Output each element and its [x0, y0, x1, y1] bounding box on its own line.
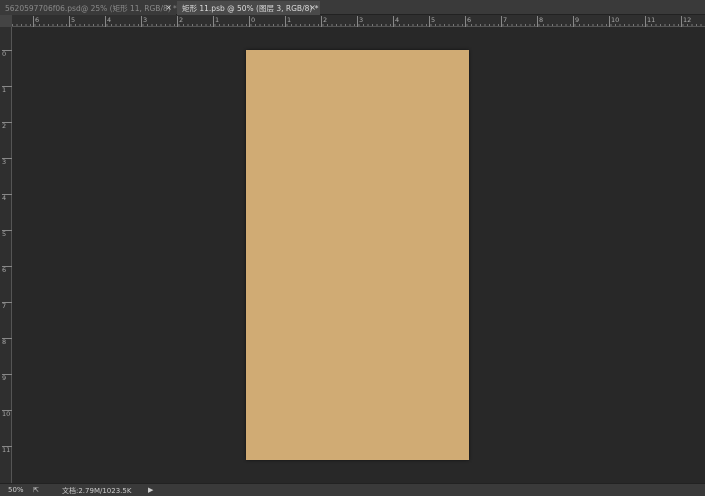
ruler-label: 7 — [501, 16, 507, 27]
ruler-label: 9 — [2, 374, 12, 382]
ruler-label: 4 — [105, 16, 111, 27]
ruler-label: 5 — [69, 16, 75, 27]
ruler-label: 10 — [2, 410, 12, 418]
ruler-label: 8 — [537, 16, 543, 27]
ruler-label: 3 — [357, 16, 363, 27]
tab-document-2[interactable]: 矩形 11.psb @ 50% (图层 3, RGB/8) * × — [177, 1, 320, 15]
ruler-label: 5 — [2, 230, 12, 238]
ruler-label: 6 — [33, 16, 39, 27]
ruler-label: 9 — [573, 16, 579, 27]
ruler-label: 1 — [2, 86, 12, 94]
close-icon[interactable]: × — [165, 3, 172, 12]
ruler-label: 6 — [2, 266, 12, 274]
status-bar: 50% ⇱ 文档:2.79M/1023.5K ▶ — [0, 483, 705, 496]
tab-document-1[interactable]: 5620597706f06.psd@ 25% (矩形 11, RGB/8) * × — [0, 1, 177, 15]
ruler-label: 7 — [2, 302, 12, 310]
document-canvas[interactable] — [246, 50, 469, 460]
ruler-label: 5 — [429, 16, 435, 27]
ruler-label: 1 — [285, 16, 291, 27]
ruler-label: 11 — [2, 446, 12, 454]
ruler-label: 6 — [465, 16, 471, 27]
vertical-ruler[interactable]: 0 1 2 3 4 5 6 7 8 9 10 11 — [0, 27, 12, 483]
tab-label: 矩形 11.psb @ 50% (图层 3, RGB/8) * — [182, 4, 319, 13]
document-tab-bar: 5620597706f06.psd@ 25% (矩形 11, RGB/8) * ×… — [0, 0, 705, 15]
ruler-label: 10 — [609, 16, 619, 27]
ruler-label: 4 — [393, 16, 399, 27]
ruler-label: 8 — [2, 338, 12, 346]
ruler-label: 12 — [681, 16, 691, 27]
document-size: 文档:2.79M/1023.5K — [62, 487, 132, 495]
ruler-label: 2 — [321, 16, 327, 27]
tab-label: 5620597706f06.psd@ 25% (矩形 11, RGB/8) * — [5, 4, 177, 13]
ruler-origin[interactable] — [0, 15, 12, 27]
ruler-label: 3 — [141, 16, 147, 27]
close-icon[interactable]: × — [309, 3, 316, 12]
zoom-level[interactable]: 50% — [8, 486, 24, 494]
ruler-label: 0 — [2, 50, 12, 58]
ruler-label: 2 — [2, 122, 12, 130]
ruler-label: 2 — [177, 16, 183, 27]
play-icon[interactable]: ▶ — [148, 486, 153, 494]
ruler-label: 3 — [2, 158, 12, 166]
horizontal-ruler[interactable]: 6 5 4 3 2 1 0 1 2 3 4 5 6 7 8 9 10 11 12 — [12, 15, 705, 27]
ruler-label: 1 — [213, 16, 219, 27]
export-icon[interactable]: ⇱ — [33, 486, 39, 494]
ruler-label: 4 — [2, 194, 12, 202]
ruler-label: 0 — [249, 16, 255, 27]
ruler-label: 11 — [645, 16, 655, 27]
